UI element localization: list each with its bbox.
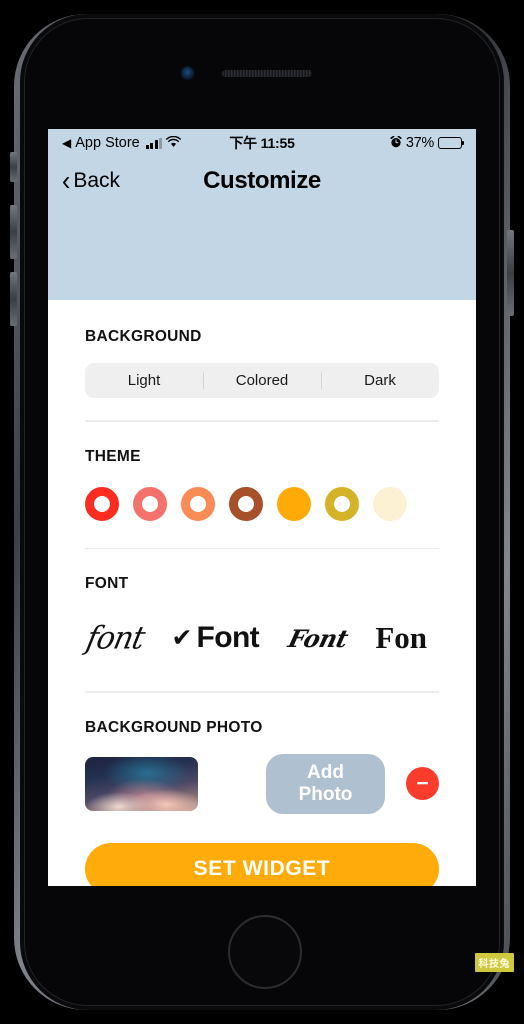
status-bar-right: 37% <box>295 135 465 151</box>
font-option-serif[interactable]: Fon <box>375 620 427 656</box>
add-photo-button[interactable]: Add Photo <box>266 753 385 814</box>
theme-swatch-brown[interactable] <box>229 486 263 521</box>
wifi-svg <box>166 135 182 147</box>
segment-light[interactable]: Light <box>85 372 203 389</box>
theme-swatch-gold[interactable] <box>325 486 359 521</box>
volume-down-button[interactable] <box>10 272 17 326</box>
battery-percent-label: 37% <box>405 135 435 151</box>
back-button-label: Back <box>73 169 121 192</box>
back-to-app-icon[interactable]: ◀ <box>62 137 71 149</box>
theme-swatch-cream[interactable] <box>373 486 407 521</box>
font-sample-brush: Font <box>285 623 351 653</box>
background-segmented-control[interactable]: Light Colored Dark <box>85 363 439 398</box>
phone-screen: ◀ App Store 下午 11:55 37% ‹ Back Customiz… <box>48 129 476 886</box>
font-option-row[interactable]: font ✔ Font Font Fon <box>83 607 439 669</box>
status-bar: ◀ App Store 下午 11:55 37% <box>48 129 476 157</box>
status-bar-app-label[interactable]: App Store <box>75 135 140 151</box>
font-option-script[interactable]: font <box>83 620 147 657</box>
segment-dark[interactable]: Dark <box>321 372 439 389</box>
earpiece-speaker <box>222 70 312 77</box>
set-widget-button[interactable]: SET WIDGET <box>85 842 439 886</box>
background-section-label: BACKGROUND <box>85 328 202 345</box>
background-photo-row: Add Photo − <box>85 753 439 815</box>
watermark: 科技兔 <box>474 953 514 972</box>
header-backdrop <box>48 205 476 300</box>
font-option-brush[interactable]: Font <box>285 624 351 653</box>
font-sample-script: font <box>83 619 148 657</box>
status-bar-left: ◀ App Store <box>62 135 229 151</box>
status-bar-clock: 下午 11:55 <box>229 135 295 151</box>
battery-icon <box>438 137 465 149</box>
chevron-left-icon: ‹ <box>62 165 71 197</box>
power-button[interactable] <box>507 230 514 316</box>
navigation-bar: ‹ Back Customize <box>48 157 476 205</box>
theme-swatch-row[interactable] <box>85 482 439 526</box>
font-option-sans[interactable]: ✔ Font <box>172 621 260 655</box>
theme-swatch-salmon[interactable] <box>133 486 167 521</box>
alarm-svg <box>390 135 402 148</box>
back-button[interactable]: ‹ Back <box>62 165 121 197</box>
volume-up-button[interactable] <box>10 205 17 259</box>
check-icon: ✔ <box>171 623 193 652</box>
alarm-icon <box>390 135 402 150</box>
font-sample-serif: Fon <box>375 620 428 655</box>
home-button[interactable] <box>228 915 302 989</box>
theme-swatch-light-orange[interactable] <box>181 486 215 521</box>
background-photo-section-label: BACKGROUND PHOTO <box>85 718 263 736</box>
font-section-label: FONT <box>85 575 129 592</box>
divider-font-photo <box>85 691 439 693</box>
font-sample-sans: Font <box>196 621 260 654</box>
signal-bars-icon <box>145 137 163 149</box>
theme-swatch-red[interactable] <box>85 486 119 521</box>
segment-colored[interactable]: Colored <box>203 372 321 389</box>
divider-theme-font <box>85 547 439 549</box>
theme-section-label: THEME <box>85 447 141 465</box>
theme-swatch-orange[interactable] <box>277 486 311 521</box>
background-photo-thumbnail[interactable] <box>85 756 198 811</box>
wifi-icon <box>166 135 182 150</box>
divider-background-theme <box>85 420 439 422</box>
front-camera-icon <box>180 66 195 81</box>
remove-photo-button[interactable]: − <box>406 767 439 800</box>
settings-card: BACKGROUND Light Colored Dark THEME FONT… <box>67 302 457 886</box>
silent-switch[interactable] <box>10 152 17 182</box>
